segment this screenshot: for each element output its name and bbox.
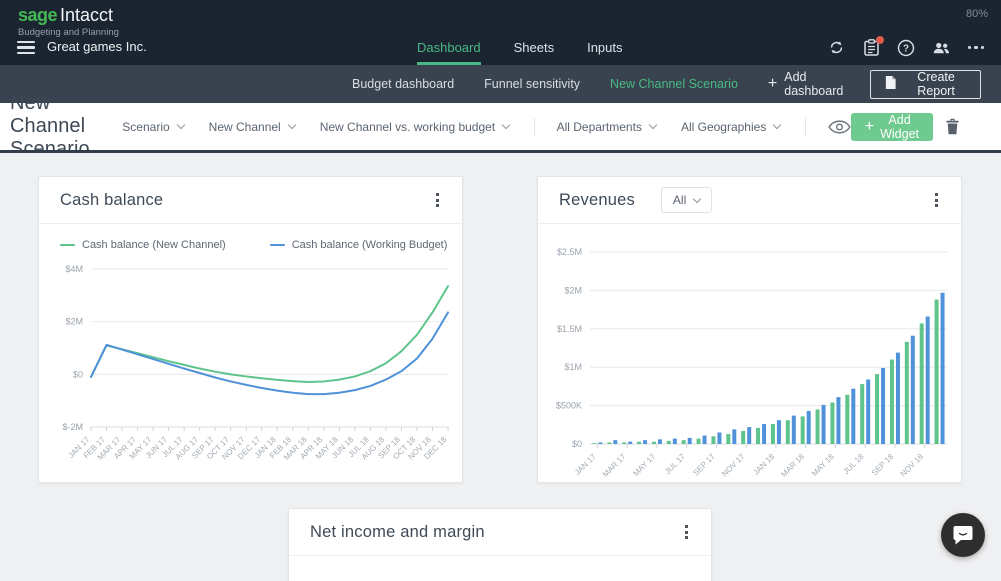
chevron-down-icon: [693, 194, 702, 203]
history-icon[interactable]: [827, 39, 845, 57]
add-widget-button[interactable]: + Add Widget: [850, 112, 933, 141]
svg-text:$1.5M: $1.5M: [557, 324, 582, 334]
svg-text:$-2M: $-2M: [62, 422, 83, 432]
svg-text:JUL 17: JUL 17: [663, 452, 687, 476]
intacct-wordmark: Intacct: [60, 5, 114, 25]
svg-text:NOV 18: NOV 18: [899, 452, 926, 479]
dashboard-content: Cash balance Cash balance (New Channel) …: [0, 153, 1001, 581]
widget-header: Revenues All: [538, 177, 961, 224]
departments-dropdown[interactable]: All Departments: [557, 120, 658, 134]
widget-header: Net income and margin: [289, 509, 711, 556]
geographies-dropdown[interactable]: All Geographies: [681, 120, 782, 134]
zoom-level: 80%: [965, 8, 988, 20]
svg-text:$2M: $2M: [65, 317, 83, 327]
svg-text:?: ?: [903, 43, 909, 54]
plus-icon: +: [767, 75, 778, 92]
plus-icon: +: [864, 117, 875, 135]
add-dashboard-button[interactable]: + Add dashboard: [768, 70, 852, 98]
svg-text:$4M: $4M: [65, 264, 83, 274]
widget-menu-icon[interactable]: [434, 189, 441, 211]
dashboard-selector-bar: Budget dashboard Funnel sensitivity New …: [0, 65, 1001, 103]
widget-title: Cash balance: [60, 190, 164, 209]
menu-icon[interactable]: [17, 41, 35, 54]
revenues-widget: Revenues All $2.5M $2M $1.5M $1M $500K $0 JAN …: [537, 176, 962, 483]
company-name: Great games Inc.: [47, 39, 147, 54]
scenario-type-dropdown[interactable]: Scenario: [122, 120, 185, 134]
top-navbar: sage Intacct Budgeting and Planning 80% G…: [0, 0, 1001, 65]
scenario-dropdown[interactable]: New Channel: [209, 120, 296, 134]
dashboard-item-budget[interactable]: Budget dashboard: [352, 77, 454, 91]
legend-item-working-budget: Cash balance (Working Budget): [269, 239, 447, 251]
chart-area: $4M $2M $0 $-2M JAN 17 FEB 17 MAR 17 APR 17 MAY …: [39, 251, 462, 477]
trash-icon[interactable]: [945, 118, 960, 135]
dashbar-actions: + Add dashboard Create Report: [768, 69, 1001, 99]
chevron-down-icon: [176, 120, 185, 130]
scenario-header: New Channel Scenario Scenario New Channe…: [0, 92, 1001, 160]
notification-badge: [876, 35, 884, 44]
eye-icon[interactable]: [828, 119, 851, 134]
more-icon[interactable]: [967, 39, 985, 57]
svg-text:SEP 17: SEP 17: [691, 452, 717, 478]
svg-text:MAY 17: MAY 17: [631, 452, 657, 478]
chevron-down-icon: [287, 120, 296, 130]
svg-text:$1M: $1M: [564, 362, 582, 372]
main-tabs: Dashboard Sheets Inputs: [417, 30, 623, 65]
svg-text:NOV 17: NOV 17: [720, 452, 747, 479]
svg-text:$500K: $500K: [556, 401, 582, 411]
tab-sheets[interactable]: Sheets: [514, 30, 554, 65]
tab-dashboard[interactable]: Dashboard: [417, 30, 481, 65]
tab-inputs[interactable]: Inputs: [587, 30, 622, 65]
widget-title: Revenues: [559, 190, 635, 209]
svg-text:$2.5M: $2.5M: [557, 247, 582, 257]
chat-button[interactable]: [941, 513, 985, 557]
revenues-chart: $2.5M$2M$1.5M$1M$500K$0JAN 17 MAR 17 MAY 1…: [556, 247, 947, 479]
help-icon[interactable]: ?: [897, 39, 915, 57]
widget-header: Cash balance: [39, 177, 462, 224]
chart-legend: Cash balance (New Channel) Cash balance …: [39, 224, 462, 251]
svg-text:$0: $0: [73, 369, 83, 379]
navbar-icons: ?: [827, 30, 985, 65]
svg-text:MAR 17: MAR 17: [601, 452, 628, 479]
legend-swatch: [60, 243, 75, 247]
revenues-period-dropdown[interactable]: All: [660, 187, 713, 213]
widget-menu-icon[interactable]: [683, 521, 690, 543]
chat-bubble-icon: [953, 525, 973, 544]
chevron-down-icon: [773, 120, 782, 130]
cash-balance-chart: $4M$2M$0$-2MJAN 17FEB 17MAR 17APR 17MAY …: [62, 264, 449, 462]
svg-text:JUL 18: JUL 18: [842, 452, 866, 476]
tasks-icon[interactable]: [862, 35, 884, 57]
svg-text:$0: $0: [572, 439, 582, 449]
legend-swatch: [269, 243, 285, 247]
svg-text:JAN 18: JAN 18: [751, 452, 776, 477]
chevron-down-icon: [648, 120, 658, 130]
chevron-down-icon: [501, 120, 511, 130]
net-income-widget: Net income and margin: [288, 508, 712, 581]
dashboard-item-new-channel[interactable]: New Channel Scenario: [610, 77, 738, 91]
svg-text:JAN 17: JAN 17: [573, 452, 598, 477]
legend-item-new-channel: Cash balance (New Channel): [60, 239, 226, 251]
svg-text:$2M: $2M: [564, 285, 582, 295]
widget-title: Net income and margin: [310, 522, 485, 541]
cash-balance-widget: Cash balance Cash balance (New Channel) …: [38, 176, 463, 483]
navbar-row: Great games Inc. Dashboard Sheets Inputs: [0, 30, 1001, 65]
chart-area: $2.5M $2M $1.5M $1M $500K $0 JAN 17 MAR 17 MAY 1…: [538, 224, 961, 485]
dashboard-item-funnel[interactable]: Funnel sensitivity: [484, 77, 580, 91]
comparison-dropdown[interactable]: New Channel vs. working budget: [320, 120, 511, 134]
svg-text:MAR 18: MAR 18: [779, 452, 806, 479]
svg-text:MAY 18: MAY 18: [810, 452, 836, 478]
create-report-button[interactable]: Create Report: [870, 69, 981, 99]
report-doc-icon: [884, 75, 897, 93]
widget-menu-icon[interactable]: [933, 189, 940, 211]
users-icon[interactable]: [932, 39, 950, 57]
svg-text:SEP 18: SEP 18: [870, 452, 896, 478]
sage-wordmark: sage: [18, 5, 58, 25]
